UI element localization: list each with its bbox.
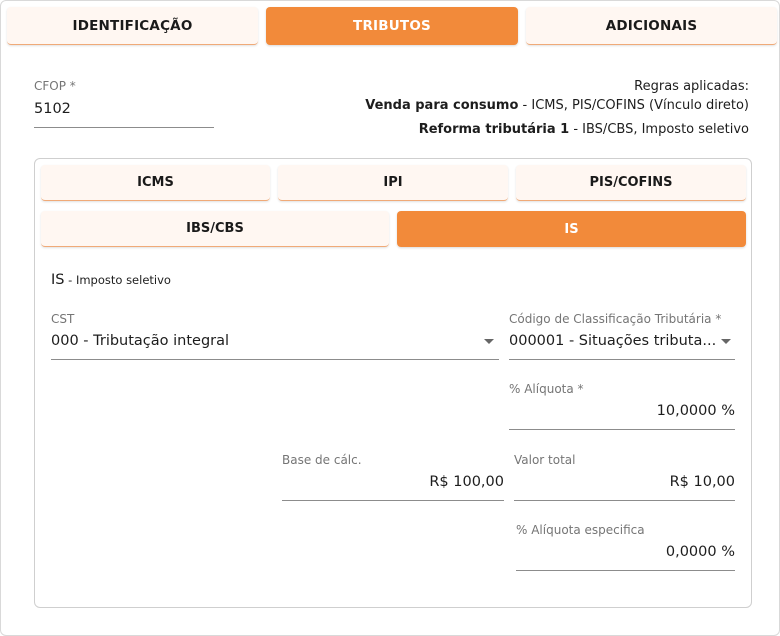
tab-adicionais[interactable]: ADICIONAIS (526, 7, 777, 45)
rule-reforma-tributaria: Reforma tributária 1 - IBS/CBS, Imposto … (419, 122, 749, 137)
valor-total-input[interactable]: R$ 10,00 (514, 474, 735, 490)
aliquota-especifica-label: % Alíquota especifica (516, 523, 645, 537)
section-heading: IS - Imposto seletivo (51, 272, 171, 288)
rules-title: Regras aplicadas: (634, 79, 749, 94)
valor-total-label: Valor total (514, 453, 576, 467)
cfop-input[interactable]: 5102 (34, 101, 71, 117)
section-code: IS (51, 272, 65, 288)
tab-identificacao[interactable]: IDENTIFICAÇÃO (7, 7, 258, 45)
tax-form-window: IDENTIFICAÇÃO TRIBUTOS ADICIONAIS CFOP *… (0, 0, 780, 636)
cclass-chevron-down-icon[interactable] (721, 339, 731, 344)
cst-select[interactable]: 000 - Tributação integral (51, 333, 229, 349)
cst-chevron-down-icon[interactable] (484, 339, 494, 344)
cst-underline (51, 359, 499, 360)
aliquota-especifica-underline (516, 570, 735, 571)
base-calc-label: Base de cálc. (282, 453, 362, 467)
subtab-ipi[interactable]: IPI (278, 165, 508, 201)
section-desc: - Imposto seletivo (64, 273, 171, 287)
subtab-is[interactable]: IS (397, 211, 746, 247)
tax-card: ICMS IPI PIS/COFINS IBS/CBS IS IS - Impo… (34, 158, 752, 608)
base-calc-underline (282, 500, 504, 501)
cst-label: CST (51, 312, 75, 326)
subtab-ibs-cbs[interactable]: IBS/CBS (41, 211, 389, 247)
cfop-label: CFOP * (34, 79, 76, 93)
cfop-underline (34, 127, 214, 128)
rule-reforma-tributaria-detail: - IBS/CBS, Imposto seletivo (569, 122, 749, 137)
aliquota-underline (509, 429, 735, 430)
rule-venda-consumo: Venda para consumo - ICMS, PIS/COFINS (V… (365, 98, 749, 113)
valor-total-underline (514, 500, 735, 501)
rule-venda-consumo-detail: - ICMS, PIS/COFINS (Vínculo direto) (518, 98, 749, 113)
cclass-label: Código de Classificação Tributária * (509, 312, 722, 326)
cclass-select[interactable]: 000001 - Situações tributa... (509, 333, 716, 349)
cclass-underline (509, 359, 735, 360)
rule-venda-consumo-name: Venda para consumo (365, 98, 519, 113)
aliquota-especifica-input[interactable]: 0,0000 % (516, 544, 735, 560)
aliquota-input[interactable]: 10,0000 % (509, 403, 735, 419)
rule-reforma-tributaria-name: Reforma tributária 1 (418, 122, 570, 137)
aliquota-label: % Alíquota * (509, 382, 584, 396)
subtab-icms[interactable]: ICMS (41, 165, 270, 201)
subtab-pis-cofins[interactable]: PIS/COFINS (516, 165, 746, 201)
tab-tributos[interactable]: TRIBUTOS (266, 7, 518, 45)
base-calc-input[interactable]: R$ 100,00 (282, 474, 504, 490)
